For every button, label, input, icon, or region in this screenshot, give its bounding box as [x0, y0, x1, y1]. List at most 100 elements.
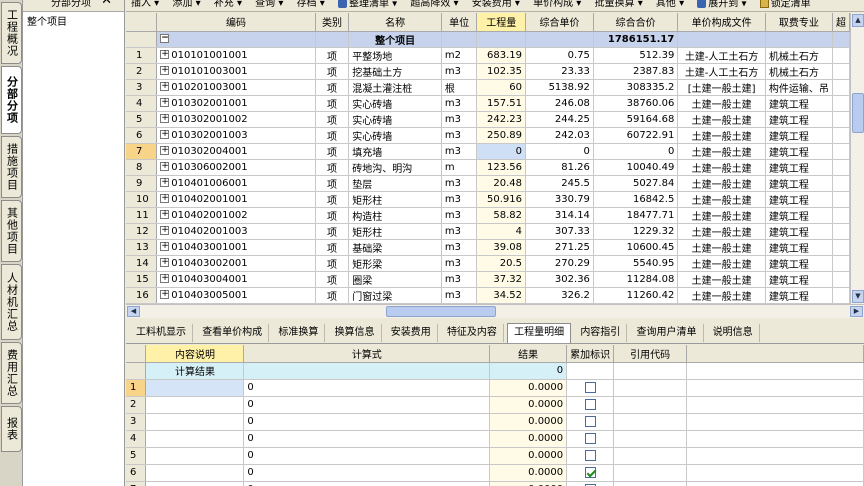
price-file-cell[interactable]: 土建一般土建 — [677, 95, 766, 112]
total-row[interactable]: − 整个项目 1786151.17 — [126, 31, 850, 48]
col-header-price-file[interactable]: 单价构成文件 — [677, 13, 766, 32]
code-cell[interactable]: +010402001001 — [156, 191, 316, 208]
type-cell[interactable]: 项 — [315, 111, 350, 128]
tab-query-user-list[interactable]: 查询用户清单 — [631, 324, 704, 342]
formula-cell[interactable]: 0 — [243, 396, 491, 414]
table-row[interactable]: 15 +010403004001 项圈梁 m3 37.32 302.36 11284.08 土… — [126, 271, 850, 288]
unit-price-cell[interactable]: 326.2 — [525, 287, 594, 304]
quantity-cell[interactable]: 683.19 — [476, 47, 527, 64]
row-number[interactable]: 7 — [126, 143, 158, 160]
row-number[interactable]: 4 — [126, 430, 147, 448]
expand-icon[interactable]: + — [160, 146, 170, 155]
supplement-button[interactable]: 补充 ▾ — [209, 0, 247, 9]
unit-cell[interactable]: m3 — [441, 191, 478, 208]
name-cell[interactable]: 平整场地 — [348, 47, 442, 64]
unit-cell[interactable]: m3 — [441, 63, 478, 80]
fee-major-cell[interactable]: 建筑工程 — [765, 223, 833, 240]
expand-icon[interactable]: + — [160, 242, 170, 251]
name-cell[interactable]: 矩形柱 — [348, 223, 442, 240]
code-cell[interactable]: +010101001001 — [156, 47, 316, 64]
price-file-cell[interactable]: 土建一般土建 — [677, 191, 766, 208]
table-row[interactable]: 8 +010306002001 项砖地沟、明沟 m 123.56 81.26 10040.4… — [126, 159, 850, 176]
col-header-unit[interactable]: 单位 — [441, 13, 478, 32]
ref-code-cell[interactable] — [613, 430, 688, 448]
accumulate-checkbox[interactable] — [584, 432, 596, 444]
price-file-cell[interactable]: 土建-人工土石方 — [677, 63, 766, 80]
expand-icon[interactable]: + — [160, 66, 170, 75]
add-button[interactable]: 添加 ▾ — [167, 0, 205, 9]
code-cell[interactable]: +010306002001 — [156, 159, 316, 176]
unit-price-cell[interactable]: 271.25 — [525, 239, 594, 256]
fee-major-cell[interactable]: 建筑工程 — [765, 127, 833, 144]
unit-price-cell[interactable]: 0.75 — [525, 47, 594, 64]
scroll-right-icon[interactable]: ▶ — [850, 306, 863, 317]
type-cell[interactable]: 项 — [315, 239, 350, 256]
unit-price-cell[interactable]: 330.79 — [525, 191, 594, 208]
price-file-cell[interactable]: 土建一般土建 — [677, 255, 766, 272]
price-file-cell[interactable]: 土建一般土建 — [677, 111, 766, 128]
unit-price-composition-button[interactable]: 单价构成 ▾ — [528, 0, 586, 9]
price-file-cell[interactable]: 土建一般土建 — [677, 127, 766, 144]
unit-cell[interactable]: m2 — [441, 47, 478, 64]
table-row[interactable]: 13 +010403001001 项基础梁 m3 39.08 271.25 10600.45… — [126, 239, 850, 256]
fee-major-cell[interactable]: 建筑工程 — [765, 239, 833, 256]
quantity-cell[interactable]: 60 — [476, 79, 527, 96]
ref-code-cell[interactable] — [613, 396, 688, 414]
description-cell[interactable] — [145, 379, 245, 397]
code-cell[interactable]: +010302001002 — [156, 111, 316, 128]
unit-cell[interactable]: m3 — [441, 271, 478, 288]
fee-major-cell[interactable]: 建筑工程 — [765, 143, 833, 160]
table-row[interactable]: 16 +010403005001 项门窗过梁 m3 34.52 326.2 11260.42… — [126, 287, 850, 304]
table-row[interactable]: 6 +010302001003 项实心砖墙 m3 250.89 242.03 60722.9… — [126, 127, 850, 144]
type-cell[interactable]: 项 — [315, 47, 350, 64]
name-cell[interactable]: 实心砖墙 — [348, 127, 442, 144]
expand-icon[interactable]: + — [160, 162, 170, 171]
unit-cell[interactable]: m3 — [441, 95, 478, 112]
expand-icon[interactable]: + — [160, 82, 170, 91]
name-cell[interactable]: 圈梁 — [348, 271, 442, 288]
accumulate-cell[interactable] — [566, 379, 615, 397]
formula-cell[interactable]: 0 — [243, 481, 491, 486]
row-number[interactable]: 5 — [126, 111, 158, 128]
quantity-cell[interactable]: 20.48 — [476, 175, 527, 192]
unit-price-cell[interactable]: 0 — [525, 143, 594, 160]
expand-to-button[interactable]: 展开到 ▾ — [692, 0, 751, 9]
insert-button[interactable]: 插入 ▾ — [126, 0, 164, 9]
ref-code-cell[interactable] — [613, 447, 688, 465]
name-cell[interactable]: 矩形梁 — [348, 255, 442, 272]
expand-icon[interactable]: + — [160, 50, 170, 59]
unit-price-cell[interactable]: 246.08 — [525, 95, 594, 112]
detail-row[interactable]: 2 0 0.0000 — [126, 396, 864, 414]
table-row[interactable]: 3 +010201003001 项混凝土灌注桩根 60 5138.92 308335.2[… — [126, 79, 850, 96]
table-row[interactable]: 5 +010302001002 项实心砖墙 m3 242.23 244.25 59164.6… — [126, 111, 850, 128]
tab-features-content[interactable]: 特征及内容 — [441, 324, 504, 342]
tab-measure-items[interactable]: 措施项目 — [1, 136, 22, 198]
detail-row[interactable]: 5 0 0.0000 — [126, 447, 864, 465]
fee-major-cell[interactable]: 建筑工程 — [765, 271, 833, 288]
formula-cell[interactable]: 0 — [243, 413, 491, 431]
formula-cell[interactable]: 0 — [243, 379, 491, 397]
tree-item-root[interactable]: 整个项目 — [23, 12, 124, 29]
name-cell[interactable]: 矩形柱 — [348, 191, 442, 208]
expand-icon[interactable]: + — [160, 210, 170, 219]
unit-price-cell[interactable]: 242.03 — [525, 127, 594, 144]
row-number[interactable]: 15 — [126, 271, 158, 288]
quantity-cell[interactable]: 102.35 — [476, 63, 527, 80]
type-cell[interactable]: 项 — [315, 207, 350, 224]
query-button[interactable]: 查询 ▾ — [250, 0, 288, 9]
code-cell[interactable]: +010302001001 — [156, 95, 316, 112]
code-cell[interactable]: +010402001002 — [156, 207, 316, 224]
row-number[interactable]: 2 — [126, 396, 147, 414]
quantity-cell[interactable]: 157.51 — [476, 95, 527, 112]
code-cell[interactable]: +010403004001 — [156, 271, 316, 288]
name-cell[interactable]: 门窗过梁 — [348, 287, 442, 304]
description-cell[interactable] — [145, 481, 245, 486]
row-number[interactable]: 16 — [126, 287, 158, 304]
type-cell[interactable]: 项 — [315, 175, 350, 192]
fee-major-cell[interactable]: 建筑工程 — [765, 287, 833, 304]
detail-row[interactable]: 1 0 0.0000 — [126, 379, 864, 397]
accumulate-cell[interactable] — [566, 481, 615, 486]
close-icon[interactable]: ✕ — [101, 0, 112, 7]
name-cell[interactable]: 实心砖墙 — [348, 95, 442, 112]
price-file-cell[interactable]: 土建一般土建 — [677, 159, 766, 176]
